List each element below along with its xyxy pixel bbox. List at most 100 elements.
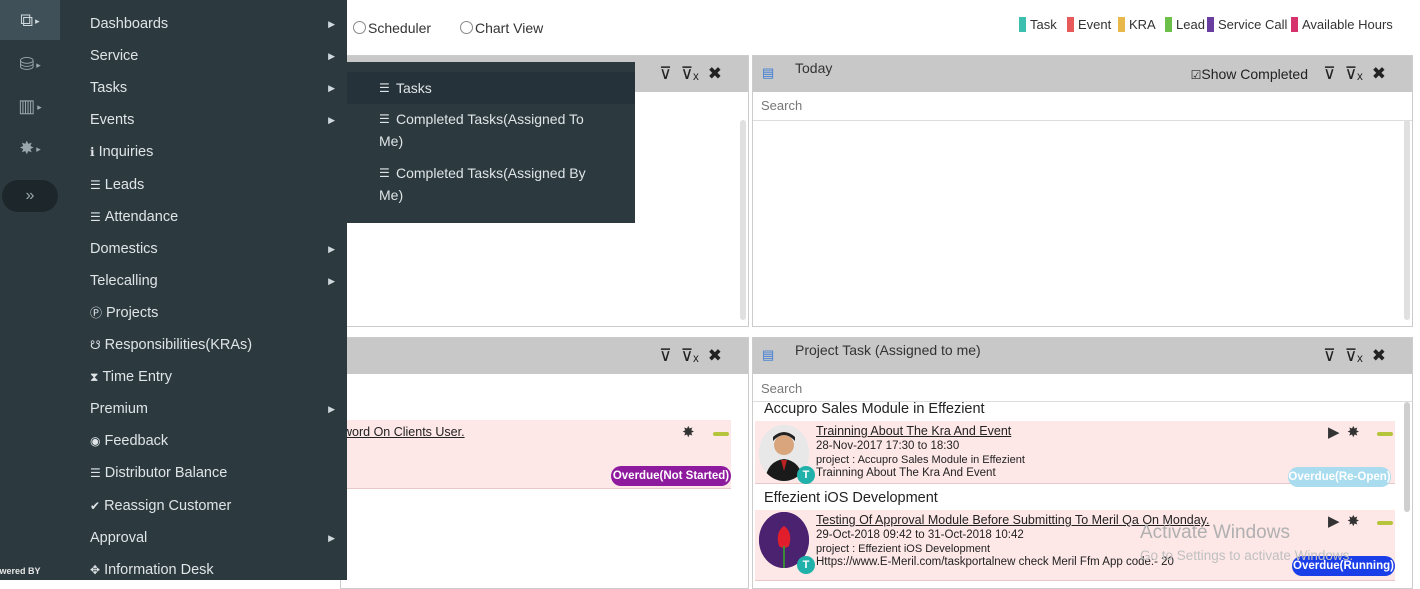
panel-tools: ⊽ ⊽ₓ ✖ bbox=[650, 346, 722, 366]
chevron-right-icon: ▶ bbox=[328, 19, 335, 29]
chevron-right-icon: ▶ bbox=[328, 404, 335, 415]
database-icon[interactable]: ⛁ ▸ bbox=[0, 44, 60, 84]
priority-indicator bbox=[1377, 521, 1393, 525]
submenu-item[interactable]: ☰ Tasks bbox=[347, 72, 635, 104]
close-icon[interactable]: ✖ bbox=[1372, 64, 1386, 84]
menu-item-domestics[interactable]: Domestics ▶ bbox=[60, 233, 347, 265]
task-card[interactable]: word On Clients User. ✸ Overdue(Not Star… bbox=[341, 420, 731, 489]
checkbox-check-icon[interactable]: ☑ bbox=[1191, 68, 1202, 82]
chart-view-radio[interactable]: Chart View bbox=[460, 20, 543, 36]
clear-filter-icon[interactable]: ⊽ₓ bbox=[681, 346, 699, 366]
play-icon[interactable]: ▶ bbox=[1328, 512, 1340, 530]
menu-item-icon: ⧗ bbox=[90, 370, 99, 385]
menu-item-events[interactable]: Events ▶ bbox=[60, 104, 347, 136]
task-card[interactable]: T Trainning About The Kra And Event 28-N… bbox=[755, 421, 1395, 487]
group-title: Effezient iOS Development bbox=[764, 490, 938, 506]
task-date: 28-Nov-2017 17:30 to 18:30 bbox=[816, 440, 960, 452]
menu-item-service[interactable]: Service ▶ bbox=[60, 40, 347, 72]
legend-label: Available Hours bbox=[1302, 17, 1393, 32]
activate-windows-watermark: Activate Windows bbox=[1140, 522, 1290, 543]
clear-filter-icon[interactable]: ⊽ₓ bbox=[681, 64, 699, 84]
menu-item-time-entry[interactable]: ⧗ Time Entry bbox=[60, 361, 347, 393]
scrollbar[interactable] bbox=[1404, 120, 1410, 320]
task-project: project : Effezient iOS Development bbox=[816, 543, 991, 555]
task-type-badge: T bbox=[797, 556, 815, 574]
legend-label: Service Call bbox=[1218, 17, 1288, 32]
menu-item-text: Feedback bbox=[104, 433, 169, 450]
scheduler-radio[interactable]: Scheduler bbox=[353, 20, 431, 36]
search-input[interactable]: Search bbox=[753, 92, 1412, 121]
menu-item-reassign-customer[interactable]: ✔ Reassign Customer bbox=[60, 490, 347, 522]
close-icon[interactable]: ✖ bbox=[708, 64, 722, 84]
menu-item-feedback[interactable]: ◉ Feedback bbox=[60, 425, 347, 457]
play-icon[interactable]: ▶ bbox=[1328, 423, 1340, 441]
submenu-label-cont: Me) bbox=[379, 187, 404, 203]
list-icon: ☰ bbox=[379, 81, 390, 95]
left-bottom-panel: ⊽ ⊽ₓ ✖ word On Clients User. ✸ Overdue(Not… bbox=[340, 337, 749, 589]
menu-item-text: Distributor Balance bbox=[104, 465, 228, 482]
menu-item-icon: ✥ bbox=[90, 562, 101, 577]
legend-label: Task bbox=[1030, 17, 1057, 32]
legend-item: Task bbox=[1019, 17, 1057, 32]
chevron-right-icon: ▶ bbox=[328, 83, 335, 94]
menu-item-text: Premium bbox=[90, 401, 149, 418]
filter-icon[interactable]: ⊽ bbox=[1323, 346, 1335, 366]
clear-filter-icon[interactable]: ⊽ₓ bbox=[1345, 64, 1363, 84]
layers-icon[interactable]: ⧉ ▸ bbox=[0, 0, 60, 40]
menu-item-telecalling[interactable]: Telecalling ▶ bbox=[60, 265, 347, 297]
gear-icon[interactable]: ✸ ▸ bbox=[0, 128, 60, 168]
show-completed-checkbox[interactable]: ☑Show Completed bbox=[1191, 66, 1308, 82]
clear-filter-icon[interactable]: ⊽ₓ bbox=[1345, 346, 1363, 366]
menu-item-label: ☰ Distributor Balance bbox=[90, 461, 227, 485]
menu-item-label: Tasks bbox=[90, 76, 127, 100]
gear-icon[interactable]: ✸ bbox=[682, 423, 695, 441]
legend-swatch bbox=[1019, 17, 1026, 32]
close-icon[interactable]: ✖ bbox=[1372, 346, 1386, 366]
scheduler-label: Scheduler bbox=[368, 20, 432, 36]
menu-item-text: Time Entry bbox=[102, 369, 172, 386]
legend-label: Event bbox=[1078, 17, 1112, 32]
menu-item-inquiries[interactable]: ℹ Inquiries bbox=[60, 136, 347, 168]
chevron-right-icon: ▶ bbox=[328, 51, 335, 62]
task-title-link[interactable]: word On Clients User. bbox=[343, 425, 465, 439]
panel-header: ⊽ ⊽ₓ ✖ bbox=[341, 338, 748, 374]
radio-circle[interactable] bbox=[353, 21, 366, 34]
scrollbar[interactable] bbox=[740, 120, 746, 320]
menu-item-premium[interactable]: Premium ▶ bbox=[60, 393, 347, 425]
filter-icon[interactable]: ⊽ bbox=[659, 346, 671, 366]
menu-item-projects[interactable]: Ⓟ Projects bbox=[60, 297, 347, 329]
menu-item-label: Premium bbox=[90, 397, 148, 421]
menu-item-attendance[interactable]: ☰ Attendance bbox=[60, 201, 347, 233]
menu-item-responsibilities-kras[interactable]: ☋ Responsibilities(KRAs) bbox=[60, 329, 347, 361]
filter-icon[interactable]: ⊽ bbox=[659, 64, 671, 84]
main-menu: Dashboards ▶ Service ▶ Tasks ▶ Events ▶ ℹ Inquiri… bbox=[60, 0, 347, 580]
gear-icon[interactable]: ✸ bbox=[1347, 423, 1360, 441]
status-badge: Overdue(Not Started) bbox=[611, 466, 731, 486]
menu-item-label: ℹ Inquiries bbox=[90, 140, 153, 164]
menu-item-approval[interactable]: Approval ▶ bbox=[60, 522, 347, 554]
menu-item-leads[interactable]: ☰ Leads bbox=[60, 169, 347, 201]
submenu-item[interactable]: ☰ Completed Tasks(Assigned To Me) bbox=[347, 108, 635, 156]
search-input[interactable]: Search bbox=[753, 375, 1412, 402]
menu-item-dashboards[interactable]: Dashboards ▶ bbox=[60, 8, 347, 40]
task-card[interactable]: T Testing Of Approval Module Before Subm… bbox=[755, 510, 1395, 581]
menu-item-icon: ☰ bbox=[90, 177, 101, 192]
submenu-item[interactable]: ☰ Completed Tasks(Assigned By Me) bbox=[347, 162, 635, 210]
gear-icon[interactable]: ✸ bbox=[1347, 512, 1360, 530]
menu-item-tasks[interactable]: Tasks ▶ bbox=[60, 72, 347, 104]
close-icon[interactable]: ✖ bbox=[708, 346, 722, 366]
filter-icon[interactable]: ⊽ bbox=[1323, 64, 1335, 84]
icon-rail: ⧉▸ ⛁▸ ▥▸ ✸▸ » owered BY bbox=[0, 0, 60, 580]
bar-chart-icon[interactable]: ▥ ▸ bbox=[0, 86, 60, 126]
task-title-link[interactable]: Trainning About The Kra And Event bbox=[816, 424, 1011, 438]
panel-title: Today bbox=[795, 60, 833, 76]
menu-item-label: ☰ Leads bbox=[90, 173, 144, 197]
scrollbar[interactable] bbox=[1404, 402, 1410, 512]
panel-tools: ⊽ ⊽ₓ ✖ bbox=[1314, 346, 1386, 366]
menu-item-distributor-balance[interactable]: ☰ Distributor Balance bbox=[60, 457, 347, 489]
double-chevron-right-icon[interactable]: » bbox=[2, 180, 58, 212]
radio-circle[interactable] bbox=[460, 21, 473, 34]
list-icon: ▤ bbox=[762, 347, 775, 362]
menu-item-text: Inquiries bbox=[98, 144, 154, 161]
menu-item-information-desk[interactable]: ✥ Information Desk bbox=[60, 554, 347, 586]
